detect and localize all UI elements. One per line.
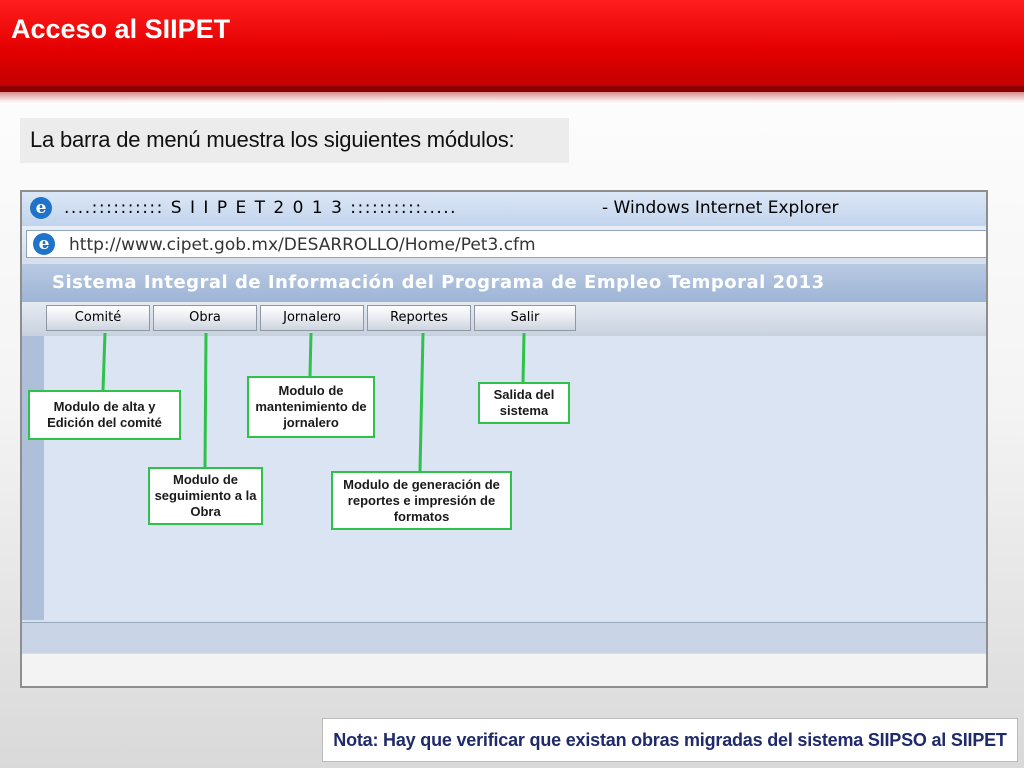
app-header: Sistema Integral de Información del Prog… [22, 264, 986, 302]
menu-reportes-button[interactable]: Reportes [367, 305, 471, 331]
window-app-name: - Windows Internet Explorer [602, 198, 839, 218]
window-titlebar: e ....:::::::::: S I I P E T 2 0 1 3 :::… [22, 192, 986, 226]
callout-salir: Salida del sistema [478, 382, 570, 424]
callout-obra: Modulo de seguimiento a la Obra [148, 467, 263, 525]
callout-jornalero: Modulo de mantenimiento de jornalero [247, 376, 375, 438]
status-strip [22, 622, 986, 653]
callout-comite: Modulo de alta y Edición del comité [28, 390, 181, 440]
window-title: ....:::::::::: S I I P E T 2 0 1 3 :::::… [64, 198, 458, 218]
header-shadow [0, 92, 1024, 104]
note-box: Nota: Hay que verificar que existan obra… [322, 718, 1018, 762]
slide-title: Acceso al SIIPET [11, 14, 231, 44]
internet-explorer-icon: e [30, 197, 52, 219]
menu-bar: Comité Obra Jornalero Reportes Salir [22, 302, 986, 336]
left-frame-strip [22, 336, 44, 620]
slide-subtitle: La barra de menú muestra los siguientes … [20, 118, 569, 163]
address-bar: e http://www.cipet.gob.mx/DESARROLLO/Hom… [22, 226, 986, 262]
menu-jornalero-button[interactable]: Jornalero [260, 305, 364, 331]
browser-footer [22, 654, 986, 686]
url-input[interactable]: e http://www.cipet.gob.mx/DESARROLLO/Hom… [26, 230, 986, 258]
page-icon: e [33, 233, 55, 255]
menu-obra-button[interactable]: Obra [153, 305, 257, 331]
callout-reportes: Modulo de generación de reportes e impre… [331, 471, 512, 530]
menu-comite-button[interactable]: Comité [46, 305, 150, 331]
app-title: Sistema Integral de Información del Prog… [52, 272, 825, 293]
menu-salir-button[interactable]: Salir [474, 305, 576, 331]
url-text: http://www.cipet.gob.mx/DESARROLLO/Home/… [69, 235, 536, 255]
